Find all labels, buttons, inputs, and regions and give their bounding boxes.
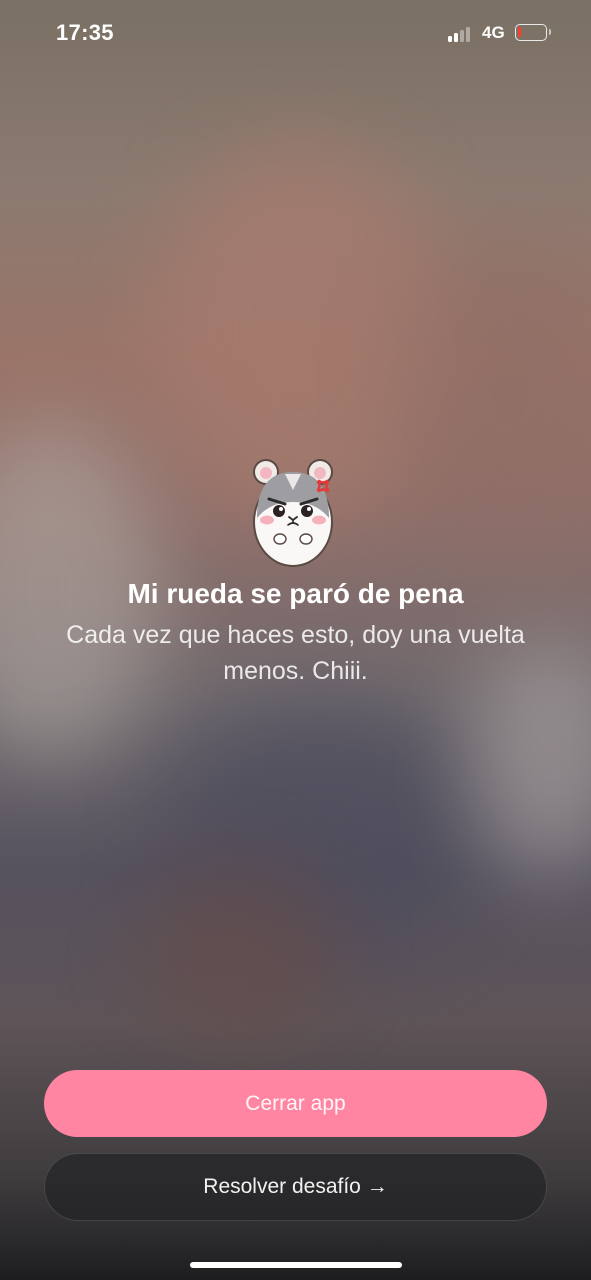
lock-screen: 17:35 4G Mi rueda se paró de pena Cada v… <box>0 0 591 1280</box>
signal-icon <box>448 24 474 42</box>
solve-challenge-button[interactable]: Resolver desafío → <box>44 1153 547 1221</box>
message-text: Cada vez que haces esto, doy una vuelta … <box>66 621 525 685</box>
close-app-button[interactable]: Cerrar app <box>44 1070 547 1137</box>
home-indicator[interactable] <box>190 1262 402 1268</box>
battery-icon <box>515 24 551 41</box>
angry-hamster-icon <box>253 459 333 567</box>
page-title: Mi rueda se paró de pena <box>127 578 464 609</box>
status-time: 17:35 <box>56 20 114 45</box>
network-type: 4G <box>482 23 505 42</box>
status-bar: 17:35 4G <box>0 0 591 66</box>
